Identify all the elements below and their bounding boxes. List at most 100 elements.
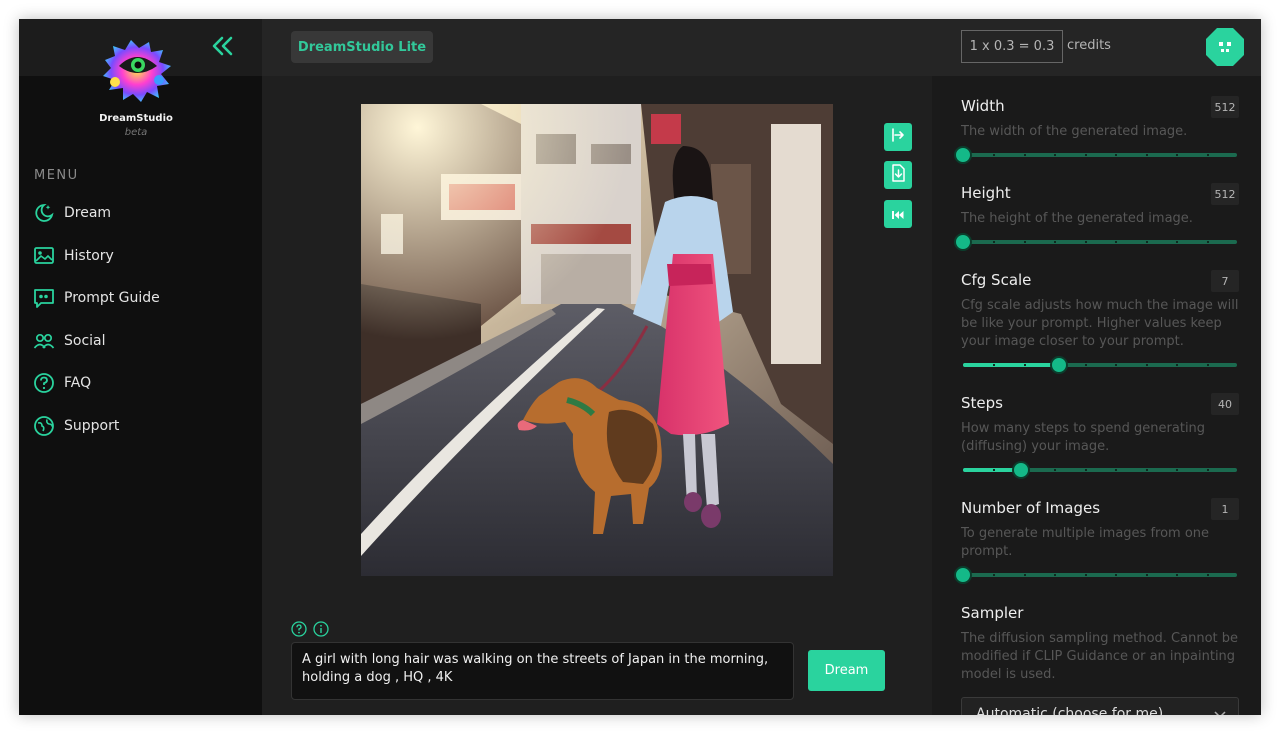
nav-item-history[interactable]: History (32, 241, 114, 271)
slider-tick (1206, 469, 1209, 471)
slider-tick (1084, 154, 1087, 156)
prompt-help-icons (291, 621, 329, 641)
chevron-down-icon (1214, 708, 1226, 715)
steps-description: How many steps to spend generating (diff… (961, 421, 1206, 454)
slider-thumb[interactable] (1011, 461, 1030, 479)
width-value[interactable]: 512 (1211, 96, 1239, 118)
height-value[interactable]: 512 (1211, 183, 1239, 205)
width-label: Width (961, 97, 1005, 115)
nav-label: FAQ (64, 375, 92, 391)
slider-thumb[interactable] (1049, 356, 1068, 374)
sampler-description: The diffusion sampling method. Cannot be… (961, 631, 1239, 682)
slider-tick (1206, 574, 1209, 576)
slider-thumb[interactable] (954, 566, 972, 584)
slider-tick (1084, 469, 1087, 471)
height-label: Height (961, 184, 1011, 202)
slider-tick (993, 154, 996, 156)
sampler-selected: Automatic (choose for me) (976, 706, 1164, 715)
slider-tick (1176, 241, 1179, 243)
slider-track (963, 240, 1237, 244)
cfg-scale-label: Cfg Scale (961, 271, 1032, 289)
nav-label: Dream (64, 205, 112, 221)
quote-icon (32, 286, 56, 310)
nav-label: Support (64, 418, 120, 434)
dreamstudio-logo (103, 40, 171, 102)
slider-tick (993, 574, 996, 576)
info-icon[interactable] (313, 621, 329, 641)
slider-tick (1206, 241, 1209, 243)
steps-value[interactable]: 40 (1211, 393, 1239, 415)
num-images-label: Number of Images (961, 499, 1101, 517)
nav-item-social[interactable]: Social (32, 326, 106, 356)
slider-tick (1023, 364, 1026, 366)
sidebar: DreamStudio beta MENU Dream History Prom… (19, 19, 262, 715)
app-window: DreamStudio beta MENU Dream History Prom… (19, 19, 1261, 715)
cfg-scale-slider[interactable] (963, 355, 1237, 375)
slider-tick (1115, 574, 1118, 576)
users-icon (32, 329, 56, 353)
nav-item-prompt-guide[interactable]: Prompt Guide (32, 283, 160, 313)
brand-name: DreamStudio (99, 113, 173, 124)
sampler-select[interactable]: Automatic (choose for me) (961, 697, 1239, 715)
slider-tick (1145, 469, 1148, 471)
steps-slider[interactable] (963, 460, 1237, 480)
num-images-value[interactable]: 1 (1211, 498, 1239, 520)
width-slider[interactable] (954, 145, 1237, 165)
collapse-sidebar-button[interactable] (211, 35, 235, 57)
slider-tick (1145, 574, 1148, 576)
nav-item-dream[interactable]: Dream (32, 198, 111, 228)
slider-tick (1023, 241, 1026, 243)
slider-tick (1176, 364, 1179, 366)
slider-tick (1176, 574, 1179, 576)
canvas-area: A girl with long hair was walking on the… (262, 76, 932, 715)
download-button[interactable] (884, 161, 912, 189)
nav-item-faq[interactable]: FAQ (32, 368, 91, 398)
steps-label: Steps (961, 394, 1003, 412)
question-icon (32, 371, 56, 395)
slider-thumb[interactable] (954, 146, 972, 164)
skip-back-button[interactable] (884, 200, 912, 228)
send-to-editor-button[interactable] (884, 123, 912, 151)
user-avatar[interactable] (1204, 26, 1246, 68)
slider-tick (1054, 469, 1057, 471)
slider-tick (1054, 574, 1057, 576)
num-images-description: To generate multiple images from one pro… (961, 526, 1210, 559)
generated-image[interactable] (361, 104, 833, 576)
slider-tick (1115, 154, 1118, 156)
slider-fill (963, 363, 1059, 367)
skip-back-icon (892, 205, 904, 224)
cfg-scale-description: Cfg scale adjusts how much the image wil… (961, 298, 1239, 349)
help-question-icon[interactable] (291, 621, 307, 641)
credits-cost: 1 x 0.3 = 0.3 (961, 30, 1063, 63)
slider-tick (1054, 241, 1057, 243)
slider-tick (1145, 154, 1148, 156)
slider-tick (1145, 364, 1148, 366)
height-slider[interactable] (954, 232, 1237, 252)
brand-tag: beta (124, 127, 148, 138)
slider-tick (1115, 241, 1118, 243)
nav-label: Social (64, 333, 106, 349)
slider-tick (1115, 469, 1118, 471)
nav-label: History (64, 248, 114, 264)
slider-tick (1023, 574, 1026, 576)
prompt-input[interactable]: A girl with long hair was walking on the… (291, 642, 794, 700)
arrow-right-bracket-icon (890, 127, 906, 147)
slider-tick (1084, 241, 1087, 243)
width-description: The width of the generated image. (961, 124, 1188, 139)
slider-tick (1176, 469, 1179, 471)
top-bar: DreamStudio Lite (262, 19, 932, 76)
nav-item-support[interactable]: Support (32, 411, 119, 441)
num-images-slider[interactable] (954, 565, 1237, 585)
slider-tick (1176, 154, 1179, 156)
slider-thumb[interactable] (954, 233, 972, 251)
cfg-scale-value[interactable]: 7 (1211, 270, 1239, 292)
settings-panel: 1 x 0.3 = 0.3 credits Width 512 The widt… (932, 19, 1261, 715)
dream-button[interactable]: Dream (808, 650, 885, 691)
menu-title: MENU (34, 168, 79, 183)
nav-label: Prompt Guide (64, 290, 160, 306)
slider-track (963, 153, 1237, 157)
slider-tick (993, 241, 996, 243)
settings-header: 1 x 0.3 = 0.3 credits (932, 19, 1261, 76)
slider-tick (1115, 364, 1118, 366)
download-icon (890, 164, 906, 186)
